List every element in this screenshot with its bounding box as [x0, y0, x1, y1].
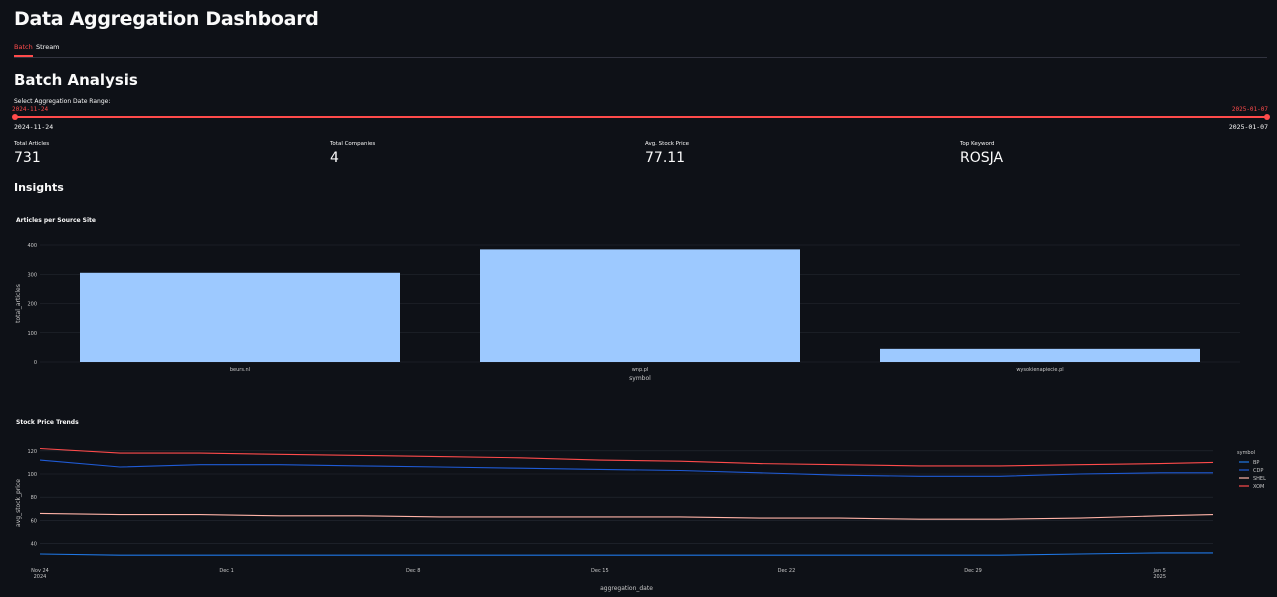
series-line-shel: [39, 512, 1214, 520]
y-axis-label: avg_stock_price: [15, 479, 22, 527]
insights-heading: Insights: [14, 181, 64, 194]
legend-item-bp: BP: [1253, 460, 1259, 466]
legend-item-cdp: CDP: [1253, 468, 1263, 474]
y-axis-label: total_articles: [15, 284, 22, 323]
y-tick-label: 100: [27, 331, 37, 337]
metric-label: Total Companies: [330, 141, 376, 147]
bar: [80, 272, 400, 362]
date-range-slider[interactable]: [12, 114, 1270, 120]
legend-item-shel: SHEL: [1253, 476, 1266, 482]
x-tick-year-label: 2025: [1153, 574, 1166, 580]
bar: [480, 249, 800, 362]
tab-bar: Batch Stream: [14, 43, 1267, 58]
x-tick-label: Dec 1: [219, 568, 233, 574]
metric-value: 77.11: [645, 150, 686, 166]
metric-total-articles: Total Articles 731: [14, 141, 49, 166]
x-tick-label: wnp.pl: [632, 367, 649, 373]
metric-label: Avg. Stock Price: [645, 141, 690, 147]
line-chart[interactable]: 406080100120Nov 242024Dec 1 Dec 8 Dec 15 De…: [0, 437, 1277, 597]
y-tick-label: 100: [27, 472, 37, 478]
y-tick-label: 40: [31, 542, 37, 548]
bar-chart[interactable]: 0 100 200 300 400 beurs.nl wnp.pl wysokienapiec…: [0, 232, 1277, 412]
slider-start-value: 2024-11-24: [12, 106, 49, 113]
tab-batch[interactable]: Batch: [14, 43, 33, 57]
series-line-bp: [39, 552, 1213, 556]
slider-max-label: 2025-01-07: [1228, 123, 1268, 131]
metric-value: ROSJA: [960, 150, 1004, 166]
date-range-label: Select Aggregation Date Range:: [14, 98, 111, 105]
slider-start-handle[interactable]: [12, 114, 18, 120]
y-tick-label: 400: [27, 243, 37, 249]
y-tick-label: 200: [27, 302, 37, 308]
x-axis-label: aggregation_date: [600, 585, 653, 592]
metric-total-companies: Total Companies 4: [330, 141, 375, 166]
series-line-xom: [39, 447, 1214, 467]
y-tick-label: 60: [31, 518, 37, 524]
legend-title: symbol: [1237, 450, 1255, 456]
x-tick-label: beurs.nl: [230, 367, 250, 373]
line-chart-title: Stock Price Trends: [16, 419, 79, 426]
tab-stream[interactable]: Stream: [36, 43, 60, 51]
page-title: Data Aggregation Dashboard: [14, 8, 319, 30]
slider-min-label: 2024-11-24: [14, 123, 54, 131]
metric-label: Total Articles: [14, 141, 50, 147]
slider-end-handle[interactable]: [1264, 114, 1270, 120]
x-tick-label: Dec 15: [591, 568, 609, 574]
x-tick-label: Dec 22: [778, 568, 796, 574]
x-tick-label: wysokienapiecie.pl: [1016, 367, 1063, 373]
metric-value: 731: [14, 150, 41, 166]
x-tick-year-label: 2024: [34, 574, 47, 580]
x-tick-label: Dec 8: [406, 568, 420, 574]
bar-chart-title: Articles per Source Site: [16, 217, 96, 224]
y-tick-label: 120: [27, 449, 37, 455]
batch-analysis-heading: Batch Analysis: [14, 71, 138, 89]
legend-item-xom: XOM: [1253, 484, 1264, 490]
metric-label: Top Keyword: [960, 141, 995, 147]
y-tick-label: 0: [34, 360, 37, 366]
metric-value: 4: [330, 150, 339, 166]
slider-end-value: 2025-01-07: [1231, 106, 1268, 113]
y-tick-label: 300: [27, 272, 37, 278]
x-tick-label: Dec 29: [964, 568, 982, 574]
metric-top-keyword: Top Keyword ROSJA: [960, 141, 1003, 166]
x-axis-label: symbol: [629, 375, 651, 382]
bar: [880, 348, 1200, 362]
metric-avg-stock-price: Avg. Stock Price 77.11: [645, 141, 689, 166]
y-tick-label: 80: [31, 495, 37, 501]
